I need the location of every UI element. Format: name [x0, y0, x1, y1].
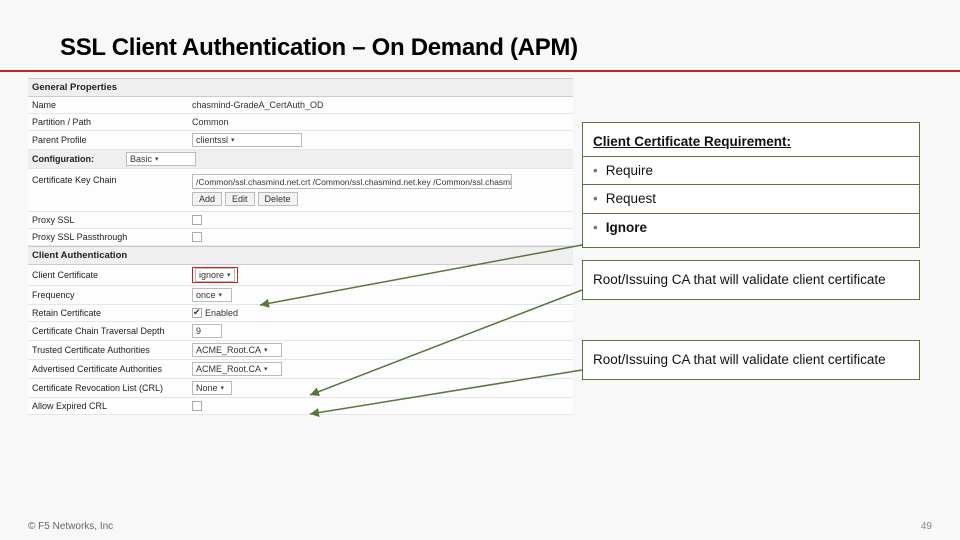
edit-button[interactable]: Edit — [225, 192, 255, 206]
proxy-ssl-pt-checkbox[interactable] — [192, 232, 202, 242]
frequency-select[interactable]: once ▾ — [192, 288, 232, 302]
chevron-down-icon: ▾ — [221, 384, 225, 392]
trusted-ca-value: ACME_Root.CA — [196, 345, 261, 355]
chevron-down-icon: ▾ — [231, 136, 235, 144]
label-advertised-ca: Advertised Certificate Authorities — [28, 361, 188, 377]
row-retain-cert: Retain Certificate Enabled — [28, 305, 573, 322]
label-client-certificate: Client Certificate — [28, 267, 188, 283]
callout1-opt3: Ignore — [606, 215, 647, 241]
row-client-certificate: Client Certificate ignore ▾ — [28, 265, 573, 286]
label-allow-expired-crl: Allow Expired CRL — [28, 398, 188, 414]
config-panel: General Properties Name chasmind-GradeA_… — [28, 78, 573, 415]
configuration-select[interactable]: Basic ▾ — [126, 152, 196, 166]
label-frequency: Frequency — [28, 287, 188, 303]
page-number: 49 — [921, 521, 932, 532]
chevron-down-icon: ▾ — [227, 271, 231, 279]
parent-profile-value: clientssl — [196, 135, 228, 145]
allow-expired-crl-checkbox[interactable] — [192, 401, 202, 411]
chevron-down-icon: ▾ — [264, 346, 268, 354]
row-crl: Certificate Revocation List (CRL) None ▾ — [28, 379, 573, 398]
row-parent-profile: Parent Profile clientssl ▾ — [28, 131, 573, 150]
callout-trusted-ca: Root/Issuing CA that will validate clien… — [582, 260, 920, 300]
callout2-text: Root/Issuing CA that will validate clien… — [593, 272, 886, 287]
row-advertised-ca: Advertised Certificate Authorities ACME_… — [28, 360, 573, 379]
callout1-heading: Client Certificate Requirement: — [593, 134, 791, 149]
label-partition: Partition / Path — [28, 114, 188, 130]
footer-copyright: © F5 Networks, Inc — [28, 521, 113, 532]
chain-depth-input[interactable]: 9 — [192, 324, 222, 338]
label-retain-cert: Retain Certificate — [28, 305, 188, 321]
crl-select[interactable]: None ▾ — [192, 381, 232, 395]
trusted-ca-select[interactable]: ACME_Root.CA ▾ — [192, 343, 282, 357]
row-name: Name chasmind-GradeA_CertAuth_OD — [28, 97, 573, 114]
value-partition: Common — [188, 115, 573, 129]
proxy-ssl-checkbox[interactable] — [192, 215, 202, 225]
slide: SSL Client Authentication – On Demand (A… — [0, 0, 960, 540]
section-general: General Properties — [28, 78, 573, 97]
callout3-text: Root/Issuing CA that will validate clien… — [593, 352, 886, 367]
callout1-opt1: Require — [606, 158, 653, 184]
configuration-value: Basic — [130, 154, 152, 164]
title-underline — [0, 70, 960, 72]
row-partition: Partition / Path Common — [28, 114, 573, 131]
section-client-auth: Client Authentication — [28, 246, 573, 265]
label-proxy-ssl: Proxy SSL — [28, 212, 188, 228]
slide-title: SSL Client Authentication – On Demand (A… — [60, 34, 578, 62]
retain-cert-checkbox[interactable] — [192, 308, 202, 318]
row-configuration: Configuration: Basic ▾ — [28, 150, 573, 169]
callout-client-cert-req: Client Certificate Requirement: •Require… — [582, 122, 920, 248]
callout1-opt2: Request — [606, 186, 656, 212]
advertised-ca-select[interactable]: ACME_Root.CA ▾ — [192, 362, 282, 376]
row-proxy-ssl: Proxy SSL — [28, 212, 573, 229]
chevron-down-icon: ▾ — [219, 291, 223, 299]
add-button[interactable]: Add — [192, 192, 222, 206]
client-cert-select[interactable]: ignore ▾ — [195, 268, 235, 282]
label-trusted-ca: Trusted Certificate Authorities — [28, 342, 188, 358]
chevron-down-icon: ▾ — [264, 365, 268, 373]
label-proxy-ssl-pt: Proxy SSL Passthrough — [28, 229, 188, 245]
client-cert-value: ignore — [199, 270, 224, 280]
chevron-down-icon: ▾ — [155, 155, 159, 163]
cert-key-chain-list[interactable]: /Common/ssl.chasmind.net.crt /Common/ssl… — [192, 174, 512, 189]
row-proxy-ssl-passthrough: Proxy SSL Passthrough — [28, 229, 573, 246]
frequency-value: once — [196, 290, 216, 300]
client-cert-highlight: ignore ▾ — [192, 267, 238, 283]
row-frequency: Frequency once ▾ — [28, 286, 573, 305]
label-crl: Certificate Revocation List (CRL) — [28, 380, 188, 396]
label-chain-depth: Certificate Chain Traversal Depth — [28, 323, 188, 339]
parent-profile-select[interactable]: clientssl ▾ — [192, 133, 302, 147]
advertised-ca-value: ACME_Root.CA — [196, 364, 261, 374]
crl-value: None — [196, 383, 218, 393]
label-cert-key-chain: Certificate Key Chain — [28, 172, 188, 188]
delete-button[interactable]: Delete — [258, 192, 298, 206]
row-chain-depth: Certificate Chain Traversal Depth 9 — [28, 322, 573, 341]
callout-advertised-ca: Root/Issuing CA that will validate clien… — [582, 340, 920, 380]
label-name: Name — [28, 97, 188, 113]
retain-cert-enabled-label: Enabled — [205, 308, 238, 318]
row-cert-key-chain: Certificate Key Chain /Common/ssl.chasmi… — [28, 169, 573, 212]
value-name: chasmind-GradeA_CertAuth_OD — [188, 98, 573, 112]
row-trusted-ca: Trusted Certificate Authorities ACME_Roo… — [28, 341, 573, 360]
label-parent-profile: Parent Profile — [28, 132, 188, 148]
row-allow-expired-crl: Allow Expired CRL — [28, 398, 573, 415]
